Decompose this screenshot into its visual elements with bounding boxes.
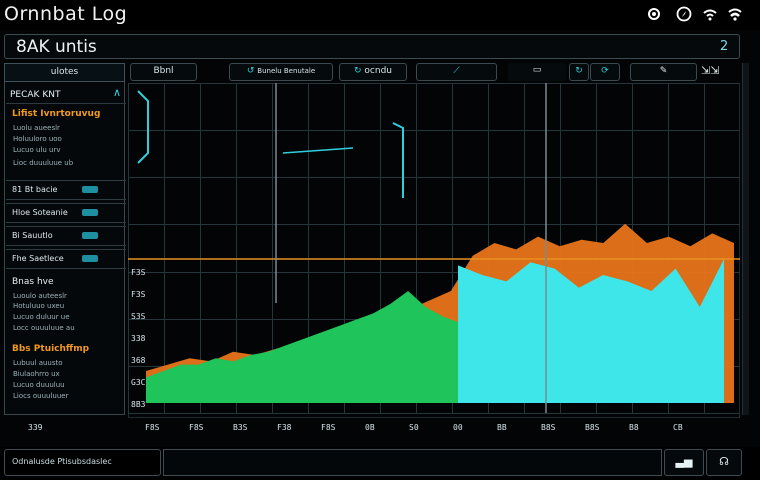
trace-line [137,90,149,164]
sidebar-row[interactable]: 81 Bt bacie [6,180,126,200]
sidebar-row-label: Bi Sauutlo [12,231,53,240]
bar-chart-icon: ▃▅ [675,455,693,468]
list-item: Holuuloro uoo [13,135,62,143]
y-tick-label: F3S [131,268,146,277]
y-tick-label: G3C [131,378,146,387]
header-number: 2 [720,39,729,54]
chart-icon: ▭ [532,65,542,75]
sidebar-row-label: Fhe Saetlece [12,254,64,263]
chevron-up-icon[interactable]: ∧ [113,86,121,99]
sync-icon: ⟳ [601,66,609,76]
sidebar-row[interactable]: Bi Sauutlo [6,226,126,246]
toolbar-button[interactable]: ✎ [630,63,697,81]
status-field: Odnalusde Ptisubsdaslec [4,449,161,476]
toolbar-button[interactable]: ↻ ocndu [339,63,407,81]
x-tick-label: B8S [585,423,600,432]
main-chart[interactable] [128,83,740,423]
refresh-icon: ↻ [575,66,583,76]
list-item: Lucuo duuuluu [13,381,65,389]
chart-view-button[interactable]: ▃▅ [664,449,704,476]
list-item: Hotuluuo uxeu [13,302,65,310]
trace-line [282,147,354,154]
list-item: Lioc duuuluue ub [13,159,74,167]
status-badge [82,232,98,239]
sidebar-row[interactable]: Hloe Soteanie [6,203,126,223]
arrow-icon: ⟋ [453,66,460,76]
toolbar-button[interactable]: ▭ [508,63,566,81]
x-tick-label: F38 [277,423,292,432]
trace-line [392,122,404,198]
toolbar-button[interactable]: Bbnl [130,63,197,81]
y-tick-label: 368 [131,356,146,365]
sidebar-row[interactable]: Fhe Saetlece [6,249,126,269]
sidebar-panel-title: PECAK KNT [6,86,126,104]
x-tick-label: S0 [409,423,419,432]
status-badge [82,209,98,216]
x-tick-label: F8S [145,423,160,432]
toolbar-button[interactable]: ⟳ [590,63,620,81]
x-tick-label: B8S [541,423,556,432]
command-input[interactable] [163,449,662,476]
status-badge [82,186,98,193]
list-item: Lubuul auusto [13,359,63,367]
status-badge [82,255,98,262]
settings-icon[interactable] [646,6,662,22]
app-title: Ornnbat Log [4,3,128,25]
y-tick-label: 8B3 [131,400,146,409]
expand-icon[interactable]: ⇲⇲ [701,64,719,77]
x-tick-label: B8 [629,423,639,432]
x-tick-label: BB [497,423,507,432]
wifi-icon[interactable] [702,6,718,22]
x-tick-label: CB [673,423,683,432]
toolbar-button[interactable]: ↺ Bunelu Benutale [229,63,333,81]
y-tick-label: 338 [131,334,146,343]
vertical-scrollbar[interactable] [742,63,749,415]
header-bar [4,34,740,59]
sidebar-top-button[interactable]: ulotes [4,63,125,82]
header-title: 8AK untis [16,37,97,57]
sidebar-bottom-label: 339 [28,423,43,432]
user-button[interactable]: ☊ [706,449,742,476]
list-item: Lucuo duluur ue [13,313,70,321]
list-item: Locc ouuuluue au [13,324,75,332]
x-tick-label: F8S [189,423,204,432]
section-title: Bbs Ptuichffmp [12,344,90,354]
pen-icon: ✎ [659,66,668,76]
y-tick-label: F3S [131,290,146,299]
x-tick-label: B3S [233,423,248,432]
x-tick-label: F8S [321,423,336,432]
sidebar-row-label: 81 Bt bacie [12,185,58,194]
section-title: Bnas hve [12,277,54,287]
refresh-icon: ↺ [246,66,255,76]
y-tick-label: S3S [131,312,146,321]
user-icon: ☊ [719,455,729,468]
list-item: Luoulo auteeslr [13,292,67,300]
compass-icon[interactable] [676,6,692,22]
section-title: Lifist Ivnrtoruvug [12,109,101,119]
x-tick-label: 00 [453,423,463,432]
signal-icon[interactable] [727,6,743,22]
x-tick-label: 0B [365,423,375,432]
list-item: Biulaohrro ux [13,370,60,378]
list-item: Luolu aueeslr [13,124,60,132]
toolbar-button[interactable]: ↻ [569,63,589,81]
refresh-icon: ↻ [354,66,362,76]
toolbar-button[interactable]: ⟋ [416,63,497,81]
list-item: Liocs ouuuluuer [13,392,69,400]
sidebar-row-label: Hloe Soteanie [12,208,68,217]
list-item: Lucuo ulu urv [13,146,61,154]
